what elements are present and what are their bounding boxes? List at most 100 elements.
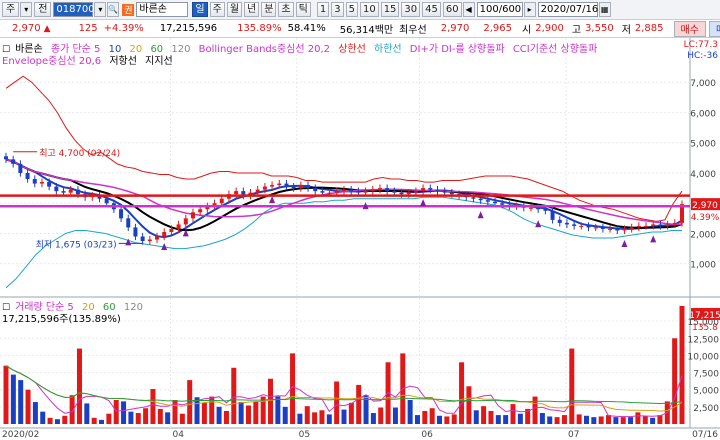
jeon-button[interactable]: 전 bbox=[34, 2, 52, 17]
candle-body bbox=[500, 203, 505, 205]
volume-bar bbox=[503, 415, 509, 424]
trade-value: 56,314백만 bbox=[339, 25, 394, 36]
minute-button[interactable]: 15 bbox=[380, 2, 400, 17]
candle-body bbox=[608, 228, 613, 230]
period-button[interactable]: 분 bbox=[261, 2, 277, 17]
volume-bar bbox=[106, 413, 112, 424]
candle-body bbox=[18, 163, 23, 173]
stock-name-field[interactable]: 바른손 bbox=[136, 2, 189, 17]
mode-dropdown-icon[interactable]: ▾ bbox=[20, 2, 33, 17]
search-icon[interactable]: 🔍 bbox=[107, 2, 120, 17]
candle-body bbox=[665, 224, 670, 226]
minute-button[interactable]: 3 bbox=[331, 2, 344, 17]
volume-bar bbox=[598, 416, 604, 424]
quote-bar: 2,970 ▲ 125 +4.39% 17,215,596 135.89% 58… bbox=[0, 20, 720, 38]
low-label: 저 bbox=[621, 25, 631, 36]
volume-bar bbox=[466, 386, 472, 424]
legend-support[interactable]: 지지선 bbox=[145, 56, 173, 67]
volume-bar bbox=[201, 402, 207, 424]
candle-body bbox=[622, 228, 627, 231]
legend-envelope[interactable]: Envelope중심선 20,6 bbox=[2, 56, 101, 67]
volume-bar bbox=[473, 410, 479, 424]
period-button[interactable]: 틱 bbox=[295, 2, 311, 17]
volume-bar bbox=[583, 415, 589, 424]
volume-value: 17,215,596 bbox=[159, 23, 218, 34]
count-input[interactable]: 100/600 bbox=[476, 2, 523, 17]
candle-body bbox=[651, 224, 656, 226]
date-input[interactable]: 2020/07/16 bbox=[537, 2, 598, 17]
arrows-icon[interactable]: ◀ bbox=[462, 2, 475, 17]
volume-bar bbox=[576, 414, 582, 424]
legend-vol-120[interactable]: 120 bbox=[124, 302, 143, 313]
candle-body bbox=[25, 172, 30, 180]
candle-body bbox=[557, 219, 562, 223]
period-button[interactable]: 초 bbox=[278, 2, 294, 17]
volume-bar bbox=[481, 406, 487, 424]
volume-bar bbox=[297, 413, 303, 424]
legend-bb[interactable]: Bollinger Bands중심선 20,2 bbox=[199, 44, 330, 55]
best-label: 최우선 bbox=[399, 25, 427, 36]
period-button[interactable]: 일 bbox=[192, 2, 208, 17]
date-tick-label: 04 bbox=[173, 430, 185, 440]
candle-body bbox=[363, 191, 368, 193]
volume-bar bbox=[635, 412, 641, 424]
period-button[interactable]: 년 bbox=[244, 2, 260, 17]
best-ask: 2,970 bbox=[440, 23, 470, 34]
code-dropdown-icon[interactable]: ▾ bbox=[94, 2, 107, 17]
minute-button[interactable]: 30 bbox=[401, 2, 421, 17]
candle-body bbox=[284, 183, 289, 187]
candle-body bbox=[600, 227, 605, 229]
volume-bar bbox=[143, 408, 149, 424]
volume-tag-label: 17,215 bbox=[689, 311, 720, 321]
candle-body bbox=[183, 218, 188, 225]
period-button[interactable]: 월 bbox=[226, 2, 243, 17]
volume-bar bbox=[231, 367, 237, 424]
stock-code-input[interactable]: 018700 bbox=[53, 2, 95, 17]
calendar-icon[interactable]: ▦ bbox=[598, 2, 611, 17]
minute-button[interactable]: 45 bbox=[422, 2, 441, 17]
volume-bar bbox=[238, 402, 244, 424]
candle-body bbox=[68, 189, 73, 193]
legend-bb-lower[interactable]: 하한선 bbox=[374, 44, 402, 55]
minute-button[interactable]: 10 bbox=[359, 2, 379, 17]
sell-button[interactable]: 매도 bbox=[708, 20, 720, 37]
candle-body bbox=[356, 191, 361, 193]
legend-bb-upper[interactable]: 상한선 bbox=[338, 44, 366, 55]
legend-resistance[interactable]: 저항선 bbox=[109, 56, 137, 67]
candle-body bbox=[133, 227, 138, 237]
volume-bar bbox=[620, 417, 626, 424]
minute-button[interactable]: 1 bbox=[316, 2, 330, 17]
count-step-icon[interactable]: ▸ bbox=[523, 2, 536, 17]
volume-tick-label: 12,500 bbox=[688, 335, 720, 345]
volume-current: 17,215,596주(135.89%) bbox=[2, 314, 121, 325]
volume-bar bbox=[569, 348, 575, 424]
period-button[interactable]: 주 bbox=[209, 2, 225, 17]
candle-body bbox=[169, 228, 174, 232]
legend-dmi[interactable]: DI+가 DI-를 상향돌파 bbox=[410, 44, 505, 55]
candle-body bbox=[313, 188, 318, 192]
volume-bar bbox=[422, 410, 428, 424]
candle-body bbox=[449, 192, 454, 195]
volume-bar bbox=[312, 412, 318, 424]
candle-body bbox=[406, 192, 411, 195]
volume-bar bbox=[165, 412, 171, 424]
volume-bar bbox=[510, 404, 516, 424]
volume-bar bbox=[392, 407, 398, 424]
candle-body bbox=[442, 191, 447, 193]
stock-chart[interactable]: 1,0002,0003,0004,0005,0006,0007,0002,500… bbox=[0, 38, 720, 440]
price-change-pct: +4.39% bbox=[103, 23, 144, 34]
candle-body bbox=[320, 191, 325, 193]
legend-cci[interactable]: CCI기준선 상향돌파 bbox=[513, 44, 598, 55]
mode-select[interactable]: 주 bbox=[2, 2, 20, 17]
candle-body bbox=[277, 183, 282, 186]
volume-bar bbox=[275, 396, 281, 424]
low-annotation: 최저 1,675 (03/23) bbox=[36, 239, 117, 250]
candle-body bbox=[4, 156, 8, 160]
minute-button[interactable]: 60 bbox=[442, 2, 462, 17]
volume-bar bbox=[561, 415, 567, 424]
current-pct-tag-label: 4.39% bbox=[691, 213, 720, 223]
triangle-up-icon: ▲ bbox=[43, 23, 51, 34]
minute-button[interactable]: 5 bbox=[345, 2, 358, 17]
buy-button[interactable]: 매수 bbox=[673, 20, 706, 37]
turnover-ratio: 58.41% bbox=[287, 23, 326, 34]
